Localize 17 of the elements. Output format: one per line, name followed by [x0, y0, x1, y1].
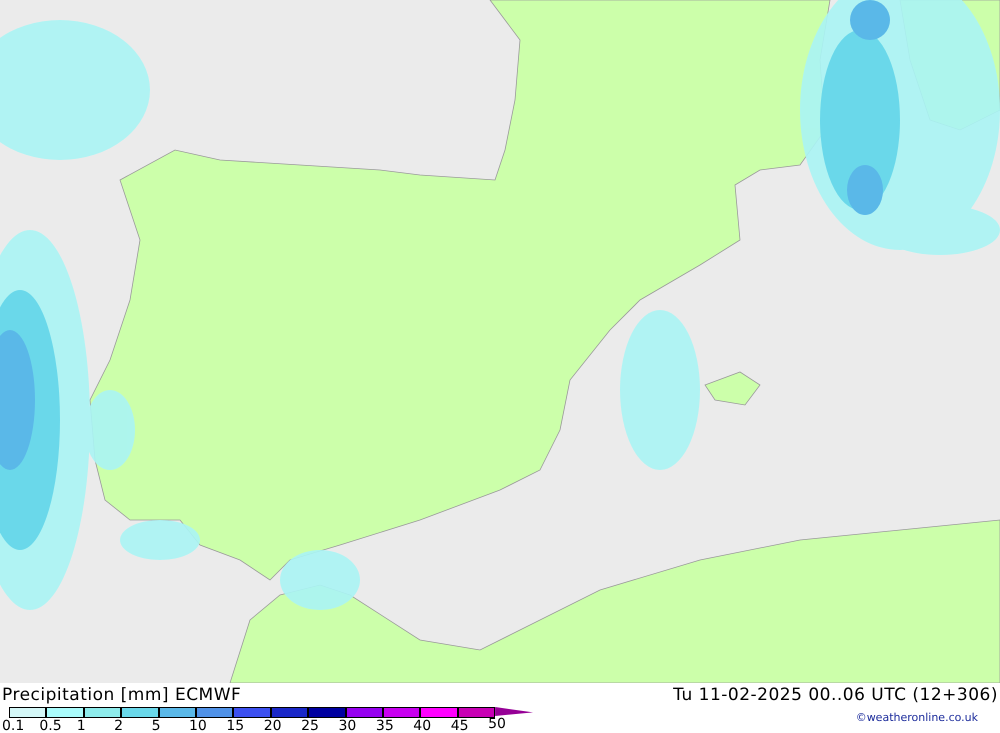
legend-label: 10 — [188, 718, 207, 733]
legend-label: 15 — [226, 718, 244, 733]
legend-label: 25 — [301, 718, 319, 733]
legend-label: 45 — [450, 718, 469, 733]
legend-label: 5 — [152, 718, 160, 733]
valid-time: Tu 11-02-2025 00..06 UTC (12+306) — [673, 685, 999, 705]
legend-label: 35 — [376, 718, 394, 733]
legend-label: 30 — [338, 718, 356, 733]
legend-label: 0.5 — [39, 718, 62, 733]
legend-label: 0.1 — [2, 718, 24, 733]
legend-label: 20 — [264, 718, 282, 733]
map-title: Precipitation [mm] ECMWF — [1, 685, 242, 705]
copyright-link[interactable]: ©weatheronline.co.uk — [856, 707, 1000, 733]
legend-label: 2 — [114, 718, 124, 733]
legend-label: 1 — [76, 718, 86, 733]
legend-label: 40 — [413, 718, 432, 733]
legend-label: 50 — [488, 716, 506, 732]
